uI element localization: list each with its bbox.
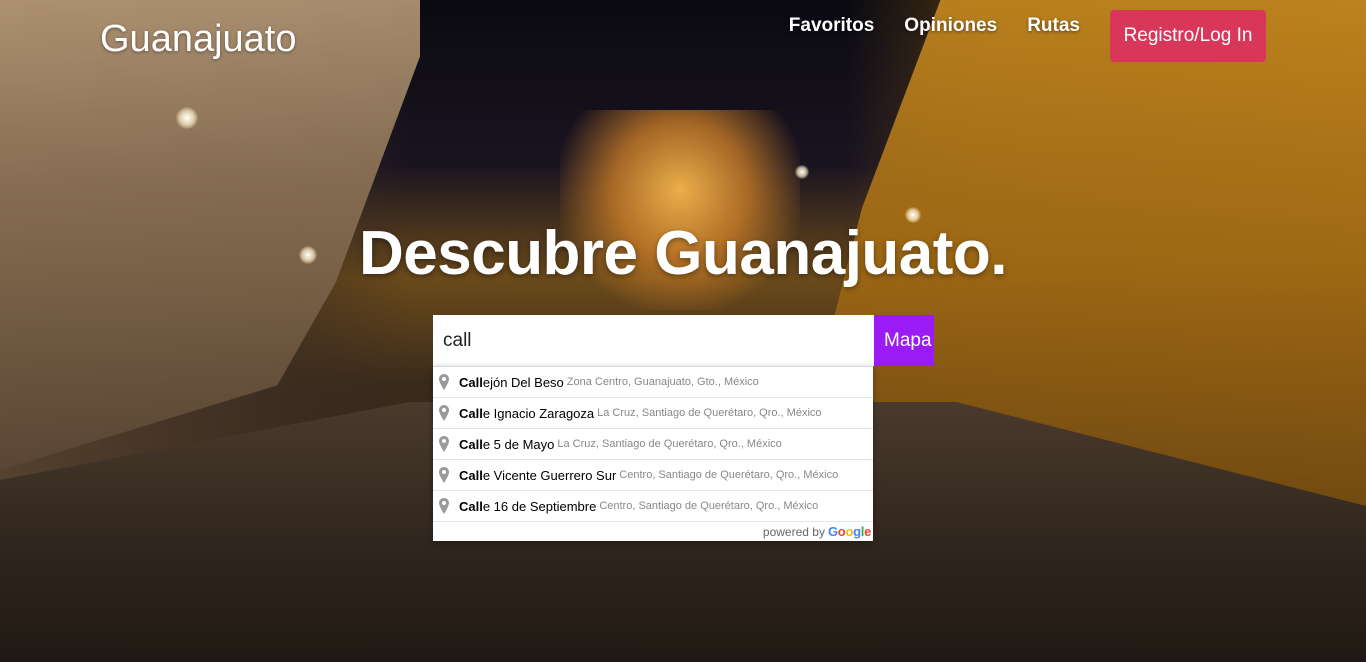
suggestion-rest-text: e 16 de Septiembre	[482, 498, 597, 514]
suggestion-match-text: Call	[459, 405, 483, 421]
place-search-input[interactable]	[433, 315, 874, 366]
login-button[interactable]: Registro/Log In	[1110, 10, 1266, 62]
map-button[interactable]: Mapa	[874, 315, 934, 366]
suggestion-secondary-text: La Cruz, Santiago de Querétaro, Qro., Mé…	[557, 438, 782, 450]
hero-headline: Descubre Guanajuato.	[358, 219, 1008, 288]
map-pin-icon	[439, 467, 449, 483]
autocomplete-dropdown: Callejón Del Beso Zona Centro, Guanajuat…	[433, 366, 873, 541]
map-pin-icon	[439, 374, 449, 390]
suggestion-main-text: Calle Ignacio Zaragoza	[459, 406, 594, 421]
suggestion-secondary-text: Centro, Santiago de Querétaro, Qro., Méx…	[599, 500, 819, 512]
street-lamp-light	[795, 165, 809, 179]
suggestion-secondary-text: Zona Centro, Guanajuato, Gto., México	[566, 376, 759, 388]
nav-link-rutas[interactable]: Rutas	[1027, 15, 1080, 37]
autocomplete-suggestion[interactable]: Callejón Del Beso Zona Centro, Guanajuat…	[433, 367, 873, 398]
nav-link-opiniones[interactable]: Opiniones	[904, 15, 997, 37]
search-bar: Mapa	[433, 315, 934, 366]
suggestion-rest-text: e Ignacio Zaragoza	[482, 405, 595, 421]
site-logo[interactable]: Guanajuato	[100, 18, 297, 61]
street-lamp-light	[176, 107, 198, 129]
powered-by-google: powered by Google	[433, 522, 873, 541]
suggestion-match-text: Call	[459, 374, 483, 390]
suggestion-rest-text: ejón Del Beso	[482, 374, 564, 390]
suggestion-main-text: Calle 5 de Mayo	[459, 437, 554, 452]
suggestion-secondary-text: La Cruz, Santiago de Querétaro, Qro., Mé…	[597, 407, 822, 419]
google-logo: Google	[827, 524, 871, 539]
suggestion-secondary-text: Centro, Santiago de Querétaro, Qro., Méx…	[619, 469, 839, 481]
autocomplete-suggestion[interactable]: Calle Ignacio Zaragoza La Cruz, Santiago…	[433, 398, 873, 429]
suggestion-main-text: Calle Vicente Guerrero Sur	[459, 468, 616, 483]
suggestion-match-text: Call	[459, 467, 483, 483]
suggestion-rest-text: e 5 de Mayo	[482, 436, 555, 452]
top-nav: Favoritos Opiniones Rutas Registro/Log I…	[789, 10, 1366, 62]
suggestion-match-text: Call	[459, 498, 483, 514]
map-pin-icon	[439, 405, 449, 421]
autocomplete-suggestion[interactable]: Calle 16 de Septiembre Centro, Santiago …	[433, 491, 873, 522]
map-pin-icon	[439, 498, 449, 514]
suggestion-main-text: Calle 16 de Septiembre	[459, 499, 596, 514]
powered-by-text: powered by	[762, 524, 825, 539]
suggestion-match-text: Call	[459, 436, 483, 452]
nav-link-favoritos[interactable]: Favoritos	[789, 15, 875, 37]
autocomplete-suggestion[interactable]: Calle 5 de Mayo La Cruz, Santiago de Que…	[433, 429, 873, 460]
autocomplete-suggestion[interactable]: Calle Vicente Guerrero Sur Centro, Santi…	[433, 460, 873, 491]
hero-background: Guanajuato Favoritos Opiniones Rutas Reg…	[0, 0, 1366, 662]
suggestion-main-text: Callejón Del Beso	[459, 375, 564, 390]
suggestion-rest-text: e Vicente Guerrero Sur	[482, 467, 617, 483]
map-pin-icon	[439, 436, 449, 452]
